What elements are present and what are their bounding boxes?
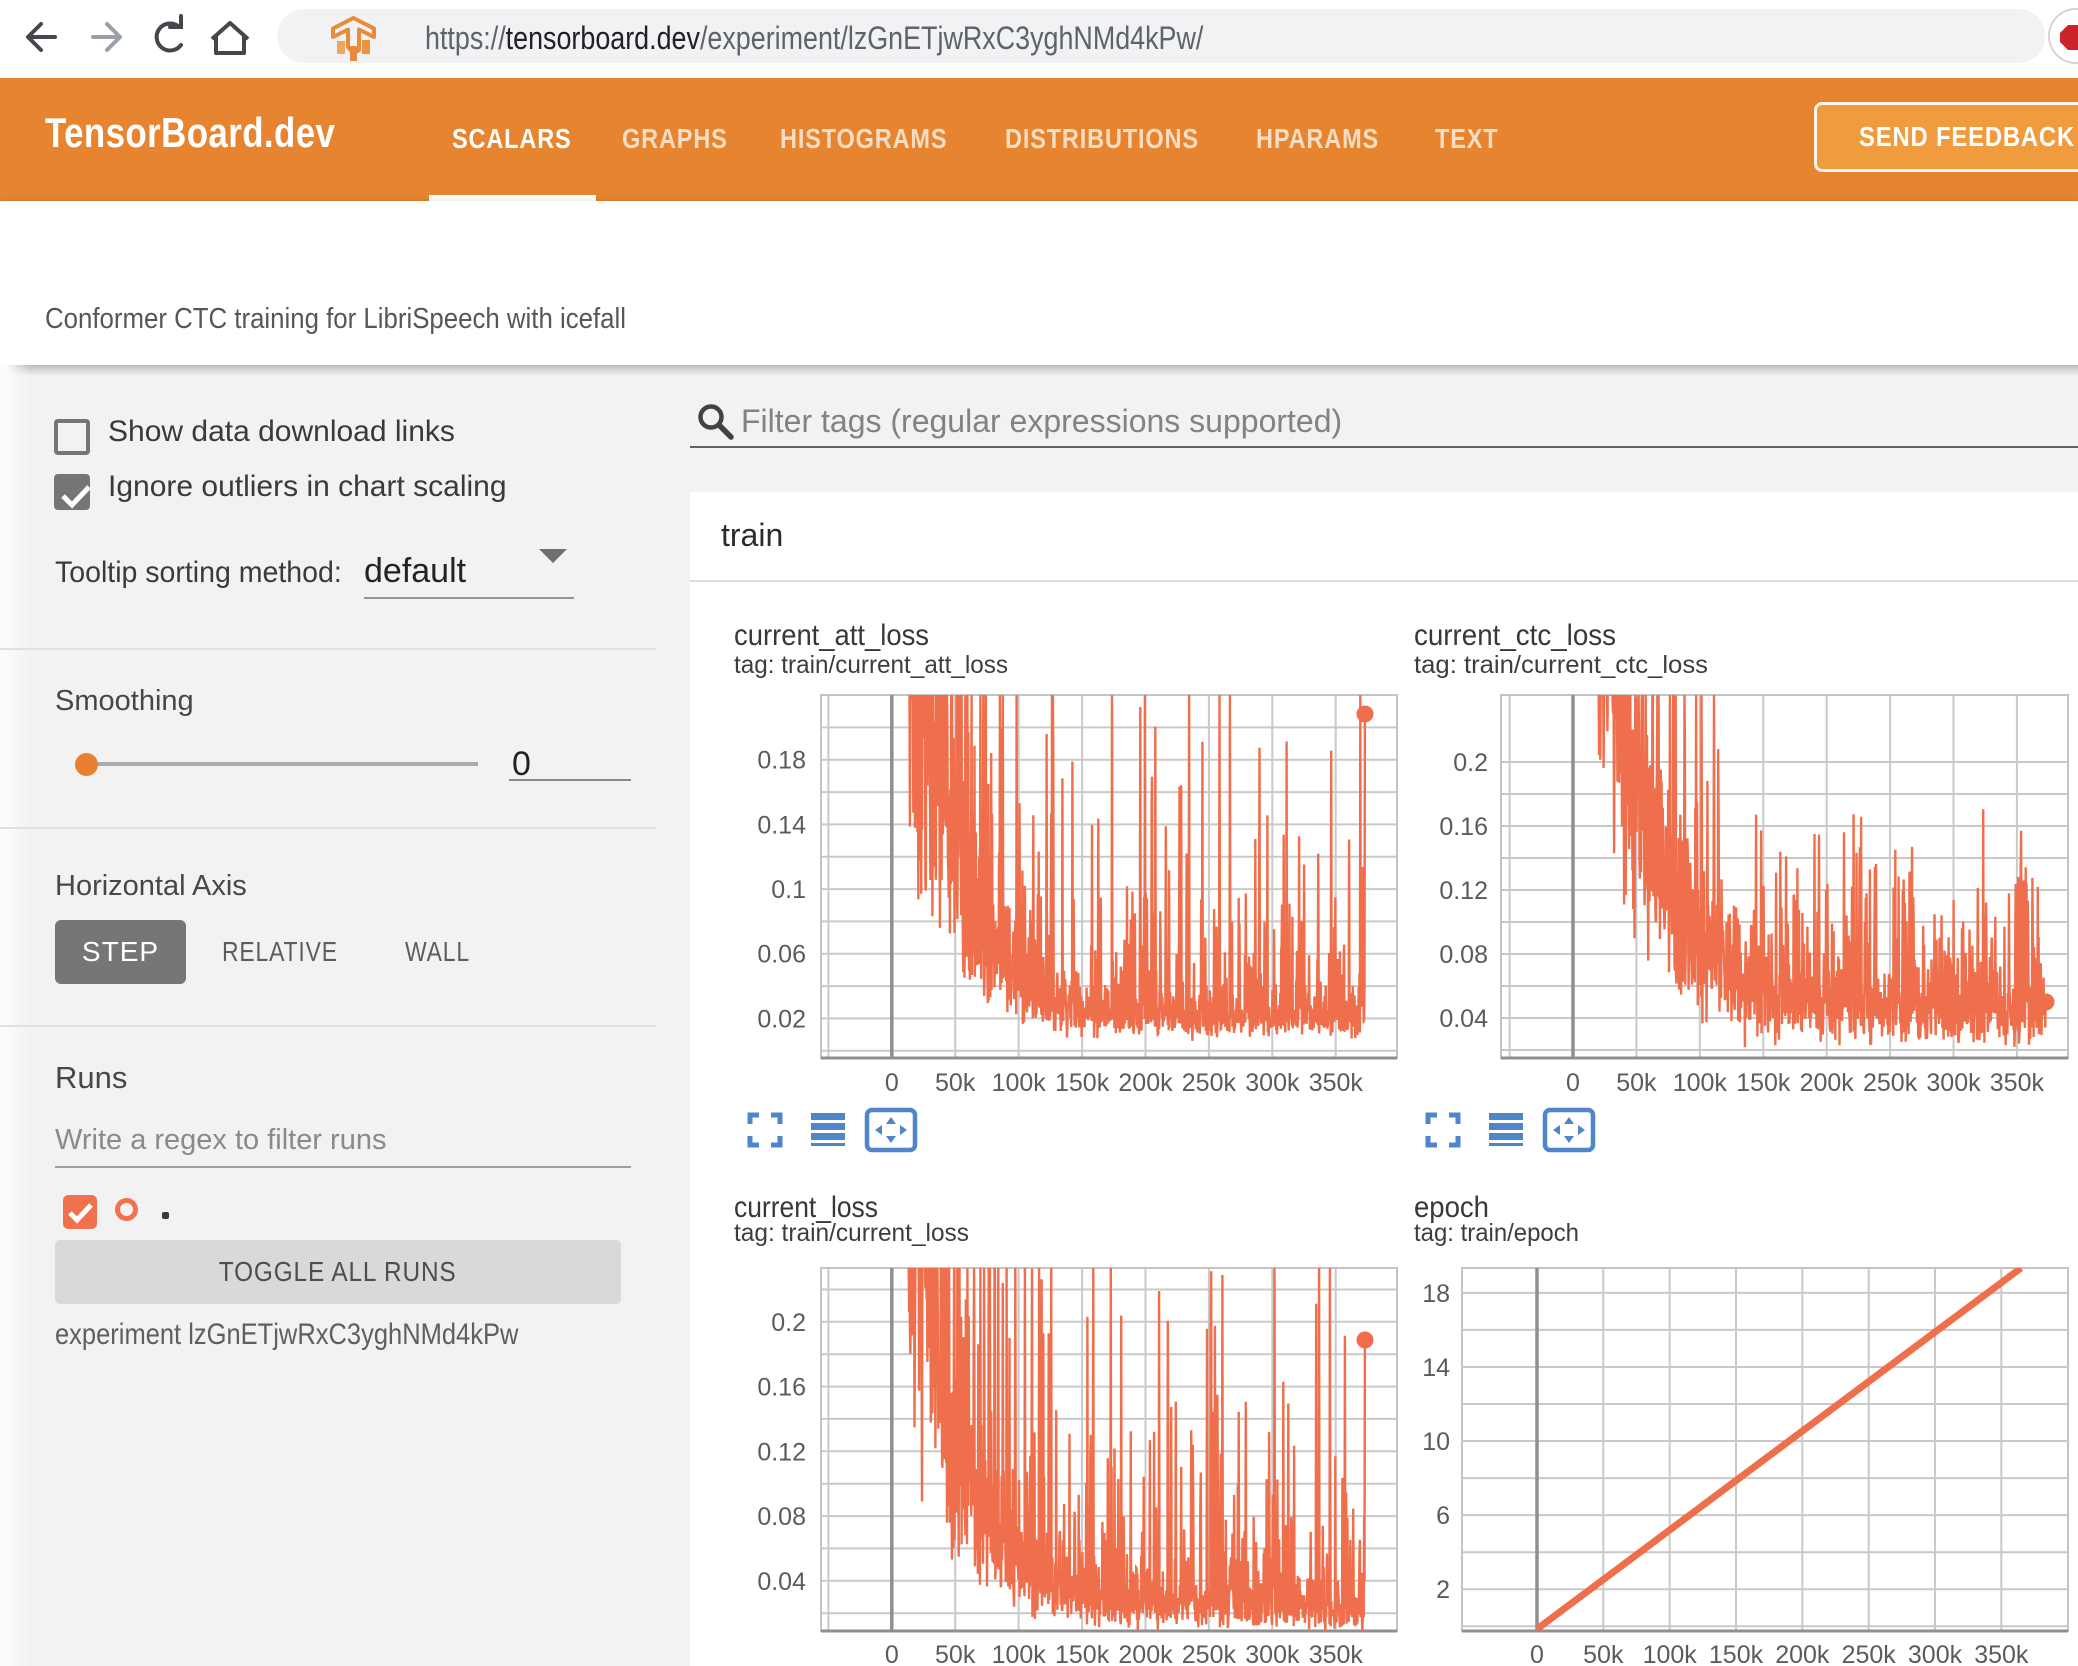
svg-text:current_ctc_loss: current_ctc_loss (1414, 619, 1616, 652)
svg-text:150k: 150k (1736, 1069, 1791, 1097)
svg-text:2: 2 (1436, 1576, 1450, 1604)
svg-text:18: 18 (1422, 1280, 1450, 1308)
svg-text:tag: train/current_ctc_loss: tag: train/current_ctc_loss (1414, 651, 1708, 679)
svg-text:current_att_loss: current_att_loss (734, 619, 929, 652)
svg-text:6: 6 (1436, 1502, 1450, 1530)
svg-text:300k: 300k (1245, 1069, 1300, 1097)
svg-text:150k: 150k (1709, 1641, 1764, 1666)
svg-text:10: 10 (1422, 1428, 1450, 1456)
svg-text:0.16: 0.16 (757, 1374, 806, 1402)
svg-text:0.14: 0.14 (757, 811, 806, 839)
svg-text:350k: 350k (1309, 1641, 1364, 1666)
svg-text:0.02: 0.02 (757, 1005, 806, 1033)
svg-text:50k: 50k (935, 1069, 976, 1097)
svg-text:0: 0 (885, 1069, 899, 1097)
svg-text:0.12: 0.12 (757, 1438, 806, 1466)
svg-text:300k: 300k (1908, 1641, 1963, 1666)
svg-text:0.06: 0.06 (757, 941, 806, 969)
svg-text:tag: train/current_att_loss: tag: train/current_att_loss (734, 651, 1008, 679)
svg-text:14: 14 (1422, 1354, 1450, 1382)
svg-text:0.04: 0.04 (1439, 1005, 1488, 1033)
svg-text:0: 0 (1566, 1069, 1580, 1097)
svg-text:250k: 250k (1182, 1069, 1237, 1097)
svg-text:150k: 150k (1055, 1641, 1110, 1666)
svg-text:100k: 100k (1643, 1641, 1698, 1666)
svg-text:350k: 350k (1990, 1069, 2045, 1097)
svg-text:350k: 350k (1309, 1069, 1364, 1097)
svg-text:0.08: 0.08 (1439, 941, 1488, 969)
svg-text:0.12: 0.12 (1439, 877, 1488, 905)
svg-text:0.2: 0.2 (1453, 749, 1488, 777)
svg-text:0.1: 0.1 (771, 876, 806, 904)
svg-text:0: 0 (1530, 1641, 1544, 1666)
svg-text:50k: 50k (935, 1641, 976, 1666)
svg-text:100k: 100k (1673, 1069, 1728, 1097)
svg-text:250k: 250k (1182, 1641, 1237, 1666)
svg-text:100k: 100k (992, 1069, 1047, 1097)
svg-text:350k: 350k (1974, 1641, 2029, 1666)
svg-text:0.18: 0.18 (757, 747, 806, 775)
svg-text:50k: 50k (1616, 1069, 1657, 1097)
svg-text:100k: 100k (992, 1641, 1047, 1666)
svg-text:0.04: 0.04 (757, 1568, 806, 1596)
svg-text:50k: 50k (1583, 1641, 1624, 1666)
svg-text:150k: 150k (1055, 1069, 1110, 1097)
svg-text:250k: 250k (1863, 1069, 1918, 1097)
svg-text:250k: 250k (1842, 1641, 1897, 1666)
svg-text:0.08: 0.08 (757, 1503, 806, 1531)
svg-text:tag: train/epoch: tag: train/epoch (1414, 1219, 1579, 1247)
svg-text:300k: 300k (1926, 1069, 1981, 1097)
svg-text:0.16: 0.16 (1439, 813, 1488, 841)
svg-text:0: 0 (885, 1641, 899, 1666)
svg-text:200k: 200k (1118, 1641, 1173, 1666)
svg-text:200k: 200k (1775, 1641, 1830, 1666)
svg-text:300k: 300k (1245, 1641, 1300, 1666)
svg-text:200k: 200k (1800, 1069, 1855, 1097)
svg-text:200k: 200k (1118, 1069, 1173, 1097)
svg-text:tag: train/current_loss: tag: train/current_loss (734, 1219, 969, 1247)
svg-text:0.2: 0.2 (771, 1309, 806, 1337)
